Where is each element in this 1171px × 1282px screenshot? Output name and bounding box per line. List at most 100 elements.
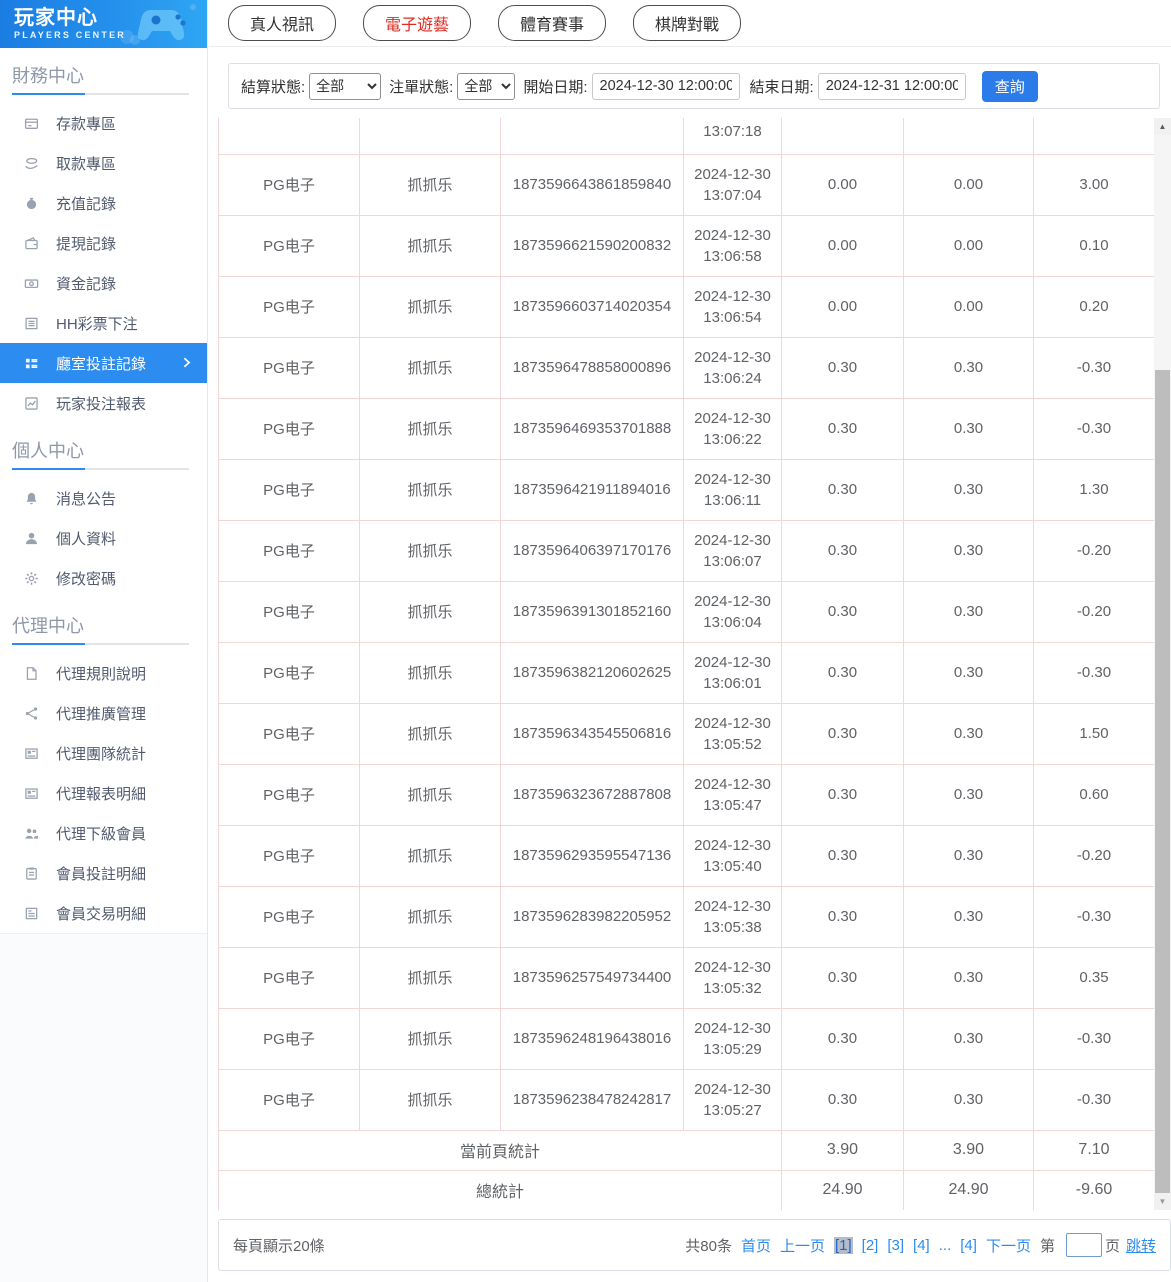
gear-icon [24, 571, 39, 586]
valid-amount-cell: 0.00 [904, 276, 1034, 337]
page-number-link[interactable]: [3] [887, 1237, 904, 1254]
page-number-link[interactable]: [4] [913, 1237, 930, 1254]
sidebar-item-label: 修改密碼 [56, 568, 116, 589]
valid-amount-cell: 0.00 [904, 154, 1034, 215]
winloss-cell: -0.30 [1034, 337, 1155, 398]
sidebar-item[interactable]: 提現記錄 [0, 223, 207, 263]
page-summary-valid: 3.90 [904, 1130, 1034, 1170]
sidebar-sections: 財務中心存款專區取款專區充值記錄提現記錄資金記錄 HH彩票下注廳室投註記錄玩家投注… [0, 48, 207, 933]
sidebar-item[interactable]: 修改密碼 [0, 558, 207, 598]
tab-game-category[interactable]: 體育賽事 [498, 5, 606, 41]
platform-cell: PG电子 [219, 886, 360, 947]
section-divider [12, 643, 189, 645]
sidebar-item[interactable]: 代理規則說明 [0, 653, 207, 693]
sidebar-item[interactable]: 廳室投註記錄 [0, 343, 207, 383]
prev-page-link[interactable]: 上一页 [780, 1235, 825, 1256]
page-number-link: [1] [834, 1237, 853, 1254]
winloss-cell: -0.30 [1034, 398, 1155, 459]
sidebar-item-label: 資金記錄 [56, 273, 116, 294]
banknote-icon [24, 276, 39, 291]
order-status-label: 注單狀態: [389, 76, 453, 97]
order-no-cell: 1873596621590200832 [501, 215, 684, 276]
settle-status-select[interactable]: 全部 [309, 73, 381, 100]
sidebar-item-label: 個人資料 [56, 528, 116, 549]
total-summary-label: 總統計 [219, 1170, 782, 1210]
sidebar-item[interactable]: 充值記錄 [0, 183, 207, 223]
sidebar-item[interactable]: 玩家投注報表 [0, 383, 207, 423]
sidebar-item[interactable]: 會員投註明細 [0, 853, 207, 893]
game-cell: 抓抓乐 [360, 215, 501, 276]
platform-cell: PG电子 [219, 1069, 360, 1130]
per-page-label: 每頁顯示20條 [233, 1235, 325, 1256]
sidebar-item[interactable]: HH彩票下注 [0, 303, 207, 343]
time-cell: 2024-12-3013:05:38 [684, 886, 782, 947]
order-no-cell: 1873596382120602625 [501, 642, 684, 703]
valid-amount-cell: 0.00 [904, 215, 1034, 276]
table-row: PG电子抓抓乐18735963913018521602024-12-3013:0… [219, 581, 1155, 642]
bet-amount-cell: 0.30 [782, 1069, 904, 1130]
jump-page-input[interactable] [1066, 1233, 1102, 1257]
tab-game-category[interactable]: 真人視訊 [228, 5, 336, 41]
game-cell: 抓抓乐 [360, 581, 501, 642]
winloss-cell: -0.30 [1034, 1069, 1155, 1130]
order-no-cell: 1873596323672887808 [501, 764, 684, 825]
sidebar-item[interactable]: 存款專區 [0, 103, 207, 143]
order-status-select[interactable]: 全部 [457, 73, 515, 100]
sidebar-section-title: 代理中心 [0, 598, 207, 643]
sidebar-item-label: 消息公告 [56, 488, 116, 509]
sidebar-item[interactable]: 代理推廣管理 [0, 693, 207, 733]
bet-records-table: 13:07:18 PG电子抓抓乐18735966438618598402024-… [218, 118, 1155, 1210]
sidebar-section-title: 財務中心 [0, 48, 207, 93]
valid-amount-cell [904, 118, 1034, 154]
list-icon [24, 316, 39, 331]
first-page-link[interactable]: 首页 [741, 1235, 771, 1256]
pager: 共80条 首页 上一页 [1][2][3][4]...[4] 下一页 第 页 跳… [685, 1233, 1156, 1257]
time-cell: 2024-12-3013:05:32 [684, 947, 782, 1008]
page-number-link[interactable]: [2] [862, 1237, 879, 1254]
tab-active-game-category[interactable]: 電子遊藝 [363, 5, 471, 41]
wallet-icon [24, 236, 39, 251]
sidebar-item[interactable]: 資金記錄 [0, 263, 207, 303]
sidebar-item[interactable]: 消息公告 [0, 478, 207, 518]
order-no-cell: 1873596248196438016 [501, 1008, 684, 1069]
table-row: PG电子抓抓乐18735966037140203542024-12-3013:0… [219, 276, 1155, 337]
valid-amount-cell: 0.30 [904, 398, 1034, 459]
sidebar-item[interactable]: 取款專區 [0, 143, 207, 183]
tab-game-category[interactable]: 棋牌對戰 [633, 5, 741, 41]
sidebar-item-label: 廳室投註記錄 [56, 353, 146, 374]
platform-cell [219, 118, 360, 154]
sidebar-item-label: 充值記錄 [56, 193, 116, 214]
sidebar-item-label: HH彩票下注 [56, 313, 138, 334]
sidebar-item[interactable]: 代理團隊統計 [0, 733, 207, 773]
sidebar-item-label: 玩家投注報表 [56, 393, 146, 414]
scroll-down-arrow-icon[interactable]: ▼ [1154, 1193, 1171, 1210]
winloss-cell [1034, 118, 1155, 154]
jump-link[interactable]: 跳转 [1126, 1235, 1156, 1256]
sidebar-item[interactable]: 個人資料 [0, 518, 207, 558]
sidebar-item[interactable]: 代理報表明細 [0, 773, 207, 813]
chevron-right-icon [179, 355, 194, 370]
sidebar-item[interactable]: 代理下級會員 [0, 813, 207, 853]
table-row: PG电子抓抓乐18735962575497344002024-12-3013:0… [219, 947, 1155, 1008]
winloss-cell: 1.50 [1034, 703, 1155, 764]
end-date-input[interactable] [818, 73, 966, 100]
table-scrollbar[interactable]: ▲ ▼ [1154, 118, 1171, 1210]
start-date-input[interactable] [592, 73, 740, 100]
bet-amount-cell: 0.30 [782, 947, 904, 1008]
order-no-cell [501, 118, 684, 154]
time-cell: 2024-12-3013:07:04 [684, 154, 782, 215]
pagination-bar: 每頁顯示20條 共80条 首页 上一页 [1][2][3][4]...[4] 下… [218, 1219, 1171, 1271]
sidebar-item[interactable]: 會員交易明細 [0, 893, 207, 933]
valid-amount-cell: 0.30 [904, 337, 1034, 398]
search-button[interactable]: 查詢 [982, 71, 1038, 102]
next-page-link[interactable]: 下一页 [986, 1235, 1031, 1256]
order-no-cell: 1873596238478242817 [501, 1069, 684, 1130]
page-number-link[interactable]: [4] [960, 1237, 977, 1254]
valid-amount-cell: 0.30 [904, 1069, 1034, 1130]
game-category-tabs: 真人視訊電子遊藝體育賽事棋牌對戰 [209, 0, 1171, 47]
person-icon [24, 531, 39, 546]
table-row: PG电子抓抓乐18735962384782428172024-12-3013:0… [219, 1069, 1155, 1130]
bet-amount-cell: 0.30 [782, 581, 904, 642]
scroll-up-arrow-icon[interactable]: ▲ [1154, 118, 1171, 135]
scrollbar-thumb[interactable] [1155, 370, 1170, 1193]
